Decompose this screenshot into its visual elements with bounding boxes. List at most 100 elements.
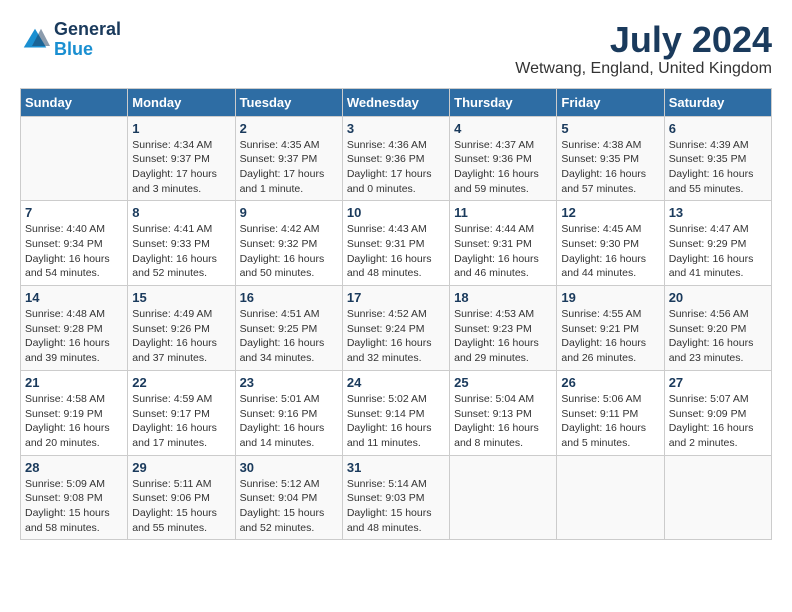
day-number: 30	[240, 460, 338, 475]
cell-info: Sunrise: 4:34 AM Sunset: 9:37 PM Dayligh…	[132, 138, 230, 197]
day-number: 15	[132, 290, 230, 305]
day-number: 21	[25, 375, 123, 390]
logo-blue-text: Blue	[54, 40, 121, 60]
calendar-cell	[664, 455, 771, 540]
calendar-cell: 14Sunrise: 4:48 AM Sunset: 9:28 PM Dayli…	[21, 286, 128, 371]
calendar-cell: 6 Sunrise: 4:39 AM Sunset: 9:35 PM Daylig…	[664, 116, 771, 201]
cell-info: Sunrise: 4:55 AM Sunset: 9:21 PM Dayligh…	[561, 307, 659, 366]
cell-info: Sunrise: 4:39 AM Sunset: 9:35 PM Dayligh…	[669, 138, 767, 197]
day-number: 7	[25, 205, 123, 220]
week-row-3: 14Sunrise: 4:48 AM Sunset: 9:28 PM Dayli…	[21, 286, 772, 371]
day-number: 16	[240, 290, 338, 305]
calendar-cell: 31 Sunrise: 5:14 AM Sunset: 9:03 PM Dayli…	[342, 455, 449, 540]
cell-info: Sunrise: 5:11 AM Sunset: 9:06 PM Dayligh…	[132, 477, 230, 536]
week-row-5: 28 Sunrise: 5:09 AM Sunset: 9:08 PM Dayli…	[21, 455, 772, 540]
calendar-cell: 29 Sunrise: 5:11 AM Sunset: 9:06 PM Dayli…	[128, 455, 235, 540]
day-number: 31	[347, 460, 445, 475]
day-number: 6	[669, 121, 767, 136]
cell-info: Sunrise: 4:38 AM Sunset: 9:35 PM Dayligh…	[561, 138, 659, 197]
day-number: 13	[669, 205, 767, 220]
day-number: 29	[132, 460, 230, 475]
day-number: 9	[240, 205, 338, 220]
calendar-cell: 20 Sunrise: 4:56 AM Sunset: 9:20 PM Dayli…	[664, 286, 771, 371]
cell-info: Sunrise: 4:44 AM Sunset: 9:31 PM Dayligh…	[454, 222, 552, 281]
week-row-1: 1 Sunrise: 4:34 AM Sunset: 9:37 PM Daylig…	[21, 116, 772, 201]
calendar-cell: 15 Sunrise: 4:49 AM Sunset: 9:26 PM Dayli…	[128, 286, 235, 371]
calendar-cell: 10Sunrise: 4:43 AM Sunset: 9:31 PM Dayli…	[342, 201, 449, 286]
day-number: 4	[454, 121, 552, 136]
cell-info: Sunrise: 5:06 AM Sunset: 9:11 PM Dayligh…	[561, 392, 659, 451]
logo: General Blue	[20, 20, 121, 60]
day-number: 22	[132, 375, 230, 390]
day-number: 3	[347, 121, 445, 136]
cell-info: Sunrise: 4:45 AM Sunset: 9:30 PM Dayligh…	[561, 222, 659, 281]
day-number: 17	[347, 290, 445, 305]
cell-info: Sunrise: 5:07 AM Sunset: 9:09 PM Dayligh…	[669, 392, 767, 451]
day-number: 1	[132, 121, 230, 136]
header-cell-monday: Monday	[128, 88, 235, 116]
day-number: 8	[132, 205, 230, 220]
cell-info: Sunrise: 4:37 AM Sunset: 9:36 PM Dayligh…	[454, 138, 552, 197]
calendar-cell: 24Sunrise: 5:02 AM Sunset: 9:14 PM Dayli…	[342, 370, 449, 455]
day-number: 24	[347, 375, 445, 390]
calendar-cell: 2Sunrise: 4:35 AM Sunset: 9:37 PM Daylig…	[235, 116, 342, 201]
calendar-cell: 3 Sunrise: 4:36 AM Sunset: 9:36 PM Daylig…	[342, 116, 449, 201]
calendar-cell	[450, 455, 557, 540]
cell-info: Sunrise: 4:35 AM Sunset: 9:37 PM Dayligh…	[240, 138, 338, 197]
cell-info: Sunrise: 4:40 AM Sunset: 9:34 PM Dayligh…	[25, 222, 123, 281]
cell-info: Sunrise: 4:58 AM Sunset: 9:19 PM Dayligh…	[25, 392, 123, 451]
day-number: 12	[561, 205, 659, 220]
day-number: 28	[25, 460, 123, 475]
calendar-cell	[21, 116, 128, 201]
calendar-cell: 16Sunrise: 4:51 AM Sunset: 9:25 PM Dayli…	[235, 286, 342, 371]
header-cell-saturday: Saturday	[664, 88, 771, 116]
week-row-2: 7 Sunrise: 4:40 AM Sunset: 9:34 PM Daylig…	[21, 201, 772, 286]
header-row: SundayMondayTuesdayWednesdayThursdayFrid…	[21, 88, 772, 116]
calendar-cell: 1 Sunrise: 4:34 AM Sunset: 9:37 PM Daylig…	[128, 116, 235, 201]
cell-info: Sunrise: 5:14 AM Sunset: 9:03 PM Dayligh…	[347, 477, 445, 536]
day-number: 18	[454, 290, 552, 305]
day-number: 11	[454, 205, 552, 220]
calendar-cell: 8 Sunrise: 4:41 AM Sunset: 9:33 PM Daylig…	[128, 201, 235, 286]
header-cell-wednesday: Wednesday	[342, 88, 449, 116]
cell-info: Sunrise: 4:42 AM Sunset: 9:32 PM Dayligh…	[240, 222, 338, 281]
cell-info: Sunrise: 4:52 AM Sunset: 9:24 PM Dayligh…	[347, 307, 445, 366]
day-number: 20	[669, 290, 767, 305]
day-number: 5	[561, 121, 659, 136]
cell-info: Sunrise: 4:47 AM Sunset: 9:29 PM Dayligh…	[669, 222, 767, 281]
calendar-cell: 21 Sunrise: 4:58 AM Sunset: 9:19 PM Dayli…	[21, 370, 128, 455]
calendar-cell: 27 Sunrise: 5:07 AM Sunset: 9:09 PM Dayli…	[664, 370, 771, 455]
calendar-cell: 5 Sunrise: 4:38 AM Sunset: 9:35 PM Daylig…	[557, 116, 664, 201]
page-header: General Blue July 2024 Wetwang, England,…	[20, 20, 772, 78]
calendar-cell: 23 Sunrise: 5:01 AM Sunset: 9:16 PM Dayli…	[235, 370, 342, 455]
page-title: July 2024	[515, 20, 772, 60]
cell-info: Sunrise: 4:56 AM Sunset: 9:20 PM Dayligh…	[669, 307, 767, 366]
calendar-cell: 7 Sunrise: 4:40 AM Sunset: 9:34 PM Daylig…	[21, 201, 128, 286]
cell-info: Sunrise: 5:01 AM Sunset: 9:16 PM Dayligh…	[240, 392, 338, 451]
title-section: July 2024 Wetwang, England, United Kingd…	[515, 20, 772, 78]
cell-info: Sunrise: 5:09 AM Sunset: 9:08 PM Dayligh…	[25, 477, 123, 536]
calendar-cell: 19Sunrise: 4:55 AM Sunset: 9:21 PM Dayli…	[557, 286, 664, 371]
cell-info: Sunrise: 4:43 AM Sunset: 9:31 PM Dayligh…	[347, 222, 445, 281]
cell-info: Sunrise: 4:49 AM Sunset: 9:26 PM Dayligh…	[132, 307, 230, 366]
page-subtitle: Wetwang, England, United Kingdom	[515, 60, 772, 78]
calendar-cell: 30 Sunrise: 5:12 AM Sunset: 9:04 PM Dayli…	[235, 455, 342, 540]
cell-info: Sunrise: 4:59 AM Sunset: 9:17 PM Dayligh…	[132, 392, 230, 451]
week-row-4: 21 Sunrise: 4:58 AM Sunset: 9:19 PM Dayli…	[21, 370, 772, 455]
calendar-cell: 18Sunrise: 4:53 AM Sunset: 9:23 PM Dayli…	[450, 286, 557, 371]
calendar-cell: 9 Sunrise: 4:42 AM Sunset: 9:32 PM Daylig…	[235, 201, 342, 286]
logo-icon	[20, 25, 50, 55]
day-number: 26	[561, 375, 659, 390]
calendar-cell: 28 Sunrise: 5:09 AM Sunset: 9:08 PM Dayli…	[21, 455, 128, 540]
day-number: 23	[240, 375, 338, 390]
day-number: 27	[669, 375, 767, 390]
cell-info: Sunrise: 5:12 AM Sunset: 9:04 PM Dayligh…	[240, 477, 338, 536]
calendar-cell: 25Sunrise: 5:04 AM Sunset: 9:13 PM Dayli…	[450, 370, 557, 455]
calendar-cell	[557, 455, 664, 540]
cell-info: Sunrise: 4:41 AM Sunset: 9:33 PM Dayligh…	[132, 222, 230, 281]
cell-info: Sunrise: 5:04 AM Sunset: 9:13 PM Dayligh…	[454, 392, 552, 451]
cell-info: Sunrise: 4:36 AM Sunset: 9:36 PM Dayligh…	[347, 138, 445, 197]
calendar-cell: 4 Sunrise: 4:37 AM Sunset: 9:36 PM Daylig…	[450, 116, 557, 201]
calendar-cell: 11 Sunrise: 4:44 AM Sunset: 9:31 PM Dayli…	[450, 201, 557, 286]
calendar-cell: 17 Sunrise: 4:52 AM Sunset: 9:24 PM Dayli…	[342, 286, 449, 371]
